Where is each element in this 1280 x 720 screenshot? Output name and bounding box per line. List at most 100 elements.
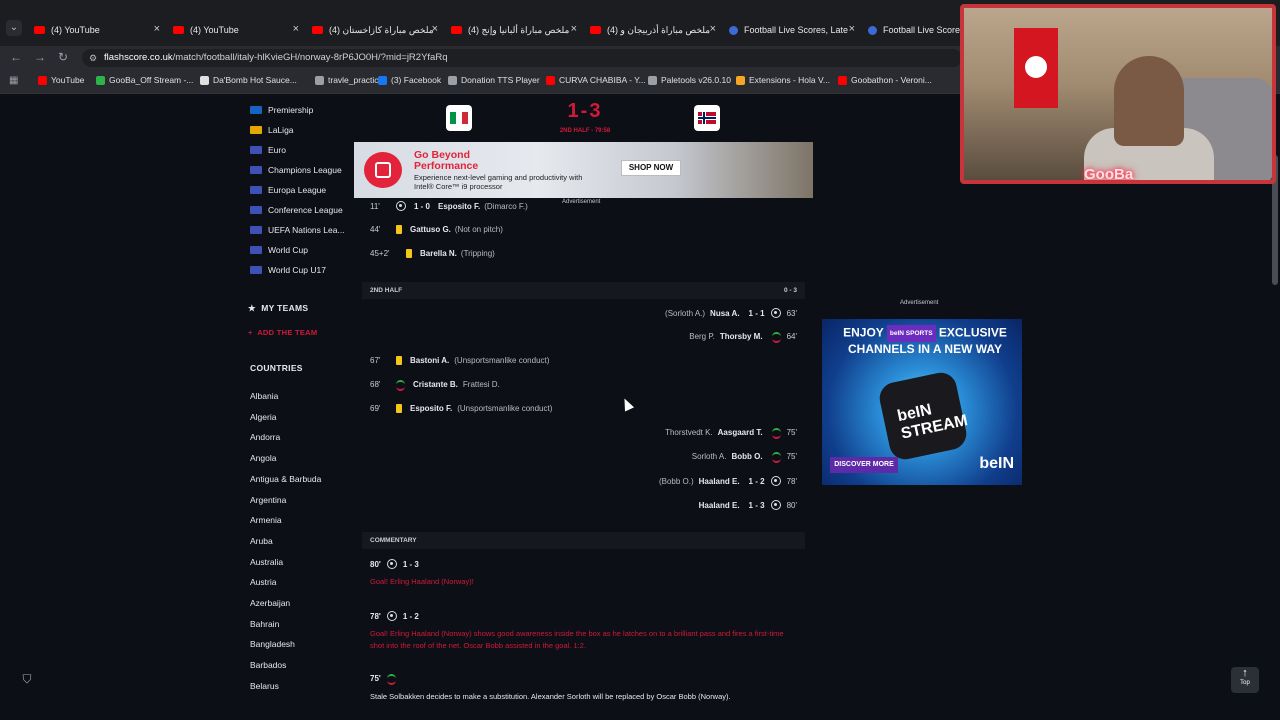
close-tab-icon[interactable]: × — [154, 23, 160, 35]
shield-icon[interactable]: ⛉ — [19, 672, 35, 688]
sidebar-country-item[interactable]: Argentina — [250, 495, 286, 505]
match-score: 1-3 — [567, 100, 603, 122]
ad-label-side: Advertisement — [900, 300, 939, 306]
url-field[interactable]: ⚙ flashscore.co.uk/match/football/italy-… — [82, 49, 962, 67]
bookmark-item[interactable]: GooBa_Off Stream -... — [96, 75, 193, 85]
league-label: World Cup — [268, 245, 308, 255]
tab-label: (4) YouTube — [51, 25, 100, 35]
bein-advertisement[interactable]: ENJOY beIN SPORTS EXCLUSIVE CHANNELS IN … — [822, 319, 1022, 485]
bookmark-item[interactable]: CURVA CHABIBA - Y... — [546, 75, 646, 85]
event-minute: 75' — [786, 428, 797, 437]
sidebar-country-item[interactable]: Aruba — [250, 536, 273, 546]
youtube-favicon-icon — [590, 26, 601, 34]
sidebar-country-item[interactable]: Barbados — [250, 660, 286, 670]
league-label: Conference League — [268, 205, 343, 215]
sidebar-league-item[interactable]: Conference League — [250, 205, 343, 215]
bookmark-favicon-icon — [378, 75, 387, 85]
intel-advertisement[interactable]: Go Beyond Performance Experience next-le… — [354, 142, 813, 198]
event-minute: 64' — [786, 332, 797, 341]
event-player: Nusa A. — [710, 308, 740, 318]
sidebar-league-item[interactable]: UEFA Nations Lea... — [250, 225, 345, 235]
sidebar-country-item[interactable]: Bahrain — [250, 619, 279, 629]
sidebar-country-item[interactable]: Belarus — [250, 681, 279, 691]
commentary-score: 1 - 2 — [402, 611, 419, 621]
browser-tab[interactable]: (4) ملخص مباراة أذربيجان و × — [584, 18, 718, 42]
close-tab-icon[interactable]: × — [432, 23, 438, 35]
browser-tab[interactable]: (4) YouTube × — [28, 18, 162, 42]
second-half-label: 2ND HALF — [370, 287, 403, 294]
sidebar-country-item[interactable]: Bangladesh — [250, 639, 295, 649]
back-to-top-button[interactable]: ↑ Top — [1231, 667, 1259, 693]
league-flag-icon — [250, 206, 262, 214]
event-detail: (Unsportsmanlike conduct) — [454, 356, 550, 365]
bookmark-favicon-icon — [315, 75, 324, 85]
browser-tab[interactable]: (4) ملخص مباراة ألبانيا وإنج × — [445, 18, 579, 42]
youtube-favicon-icon — [451, 26, 462, 34]
sidebar-country-item[interactable]: Angola — [250, 453, 276, 463]
close-tab-icon[interactable]: × — [571, 23, 577, 35]
sidebar-league-item[interactable]: Europa League — [250, 185, 326, 195]
close-tab-icon[interactable]: × — [710, 23, 716, 35]
norway-flag[interactable] — [694, 105, 720, 131]
yellow-card-icon — [396, 356, 402, 365]
browser-tab[interactable]: (4) ملخص مباراة كازاخستان × — [306, 18, 440, 42]
bookmark-item[interactable]: Paletools v26.0.10 — [648, 75, 731, 85]
league-flag-icon — [250, 146, 262, 154]
browser-tab[interactable]: (4) YouTube × — [167, 18, 301, 42]
sidebar-country-item[interactable]: Andorra — [250, 432, 280, 442]
bookmark-item[interactable]: travle_practice — [315, 75, 383, 85]
site-info-icon[interactable]: ⚙ — [89, 49, 97, 67]
sidebar-country-item[interactable]: Armenia — [250, 515, 282, 525]
sidebar-country-item[interactable]: Azerbaijan — [250, 598, 290, 608]
bookmark-item[interactable]: Donation TTS Player — [448, 75, 540, 85]
close-tab-icon[interactable]: × — [849, 23, 855, 35]
bookmark-favicon-icon — [38, 75, 47, 85]
event-player: Aasgaard T. — [717, 428, 763, 437]
bookmark-label: (3) Facebook — [391, 75, 442, 85]
close-tab-icon[interactable]: × — [293, 23, 299, 35]
star-icon: ★ — [248, 303, 256, 313]
commentary-text: Goal! Erling Haaland (Norway)! — [370, 577, 474, 586]
sidebar-country-item[interactable]: Albania — [250, 391, 278, 401]
italy-flag[interactable] — [446, 105, 472, 131]
substitution-icon — [771, 332, 781, 343]
forward-icon[interactable]: → — [34, 50, 46, 64]
league-flag-icon — [250, 246, 262, 254]
bookmark-label: Donation TTS Player — [461, 75, 540, 85]
second-half-header: 2ND HALF 0 - 3 — [362, 282, 805, 299]
discover-more-button[interactable]: DISCOVER MORE — [830, 457, 898, 473]
sidebar-league-item[interactable]: World Cup U17 — [250, 265, 326, 275]
bookmark-item[interactable]: (3) Facebook — [378, 75, 441, 85]
browser-tab[interactable]: Football Live Scores, Late × — [723, 18, 857, 42]
bookmark-item[interactable]: Extensions - Hola V... — [736, 75, 830, 85]
sidebar-league-item[interactable]: LaLiga — [250, 125, 294, 135]
second-half-event-row: Berg P. Thorsby M. 64' — [689, 332, 797, 343]
sidebar-country-item[interactable]: Austria — [250, 577, 276, 587]
sidebar-league-item[interactable]: World Cup — [250, 245, 308, 255]
event-detail: (Unsportsmanlike conduct) — [457, 404, 553, 413]
bookmark-label: Da'Bomb Hot Sauce... — [213, 75, 297, 85]
apps-grid-icon[interactable]: ▦ — [9, 75, 18, 86]
sidebar-country-item[interactable]: Australia — [250, 557, 283, 567]
sidebar-league-item[interactable]: Champions League — [250, 165, 342, 175]
bookmark-label: travle_practice — [328, 75, 384, 85]
bookmark-item[interactable]: Da'Bomb Hot Sauce... — [200, 75, 297, 85]
page-scrollbar[interactable] — [1270, 95, 1280, 720]
reload-icon[interactable]: ↻ — [58, 50, 68, 64]
youtube-favicon-icon — [34, 26, 45, 34]
sidebar-league-item[interactable]: Euro — [250, 145, 286, 155]
add-team-link[interactable]: + ADD THE TEAM — [248, 328, 317, 337]
tab-label: (4) ملخص مباراة أذربيجان و — [607, 24, 711, 35]
shop-now-button[interactable]: SHOP NOW — [621, 160, 681, 176]
event-player: Haaland E. — [698, 476, 740, 486]
sidebar-country-item[interactable]: Algeria — [250, 412, 276, 422]
event-detail: Berg P. — [689, 332, 715, 341]
back-icon[interactable]: ← — [10, 50, 22, 64]
sidebar-country-item[interactable]: Antigua & Barbuda — [250, 474, 321, 484]
ad-headline: Go Beyond Performance — [414, 149, 479, 172]
bookmark-item[interactable]: YouTube — [38, 75, 84, 85]
sidebar-league-item[interactable]: Premiership — [250, 105, 313, 115]
event-detail: Sorloth A. — [691, 452, 727, 461]
tab-search-button[interactable]: ⌄ — [6, 20, 22, 36]
bookmark-item[interactable]: Goobathon - Veroni... — [838, 75, 932, 85]
